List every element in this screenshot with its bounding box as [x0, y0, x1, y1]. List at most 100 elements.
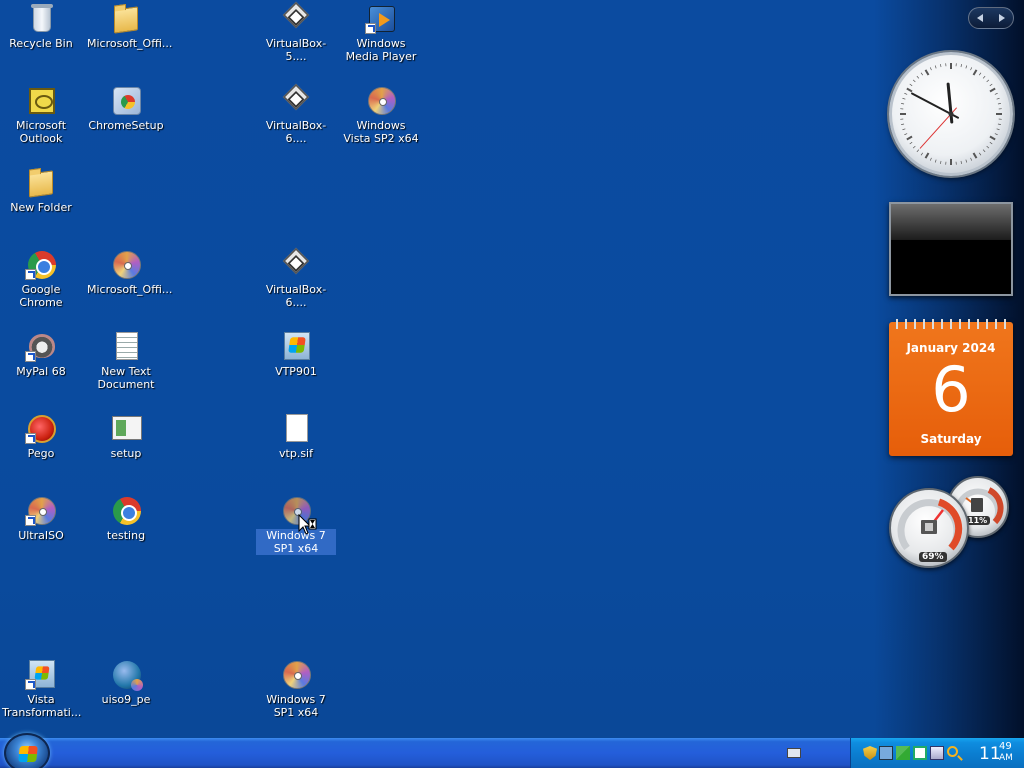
clock-minute-tick	[940, 160, 942, 164]
keyboard-language-icon[interactable]	[787, 748, 801, 758]
shortcut-arrow-icon	[25, 679, 36, 690]
pego-icon	[25, 412, 57, 444]
clock-minute-tick	[960, 64, 962, 68]
cpu-meter-gadget[interactable]: 11% 69%	[887, 474, 1015, 570]
clock-minute-tick	[934, 65, 937, 69]
icon-label: VirtualBox-6....	[265, 283, 327, 309]
desktop-icon-virtualbox-6-b[interactable]: VirtualBox-6....	[256, 247, 336, 309]
calendar-weekday: Saturday	[920, 432, 982, 446]
desktop-icon-windows-7-sp1[interactable]: Windows 7 SP1 x64	[256, 658, 336, 719]
desktop-icon-pego[interactable]: Pego	[1, 412, 81, 460]
cpu-percent-label: 69%	[919, 552, 947, 562]
desktop-icon-testing[interactable]: testing	[86, 494, 166, 542]
calendar-gadget[interactable]: January 2024 6 Saturday	[889, 319, 1013, 456]
icon-label: VirtualBox-6....	[265, 119, 327, 145]
clock-minute-tick	[912, 79, 916, 83]
clock-minute-tick	[997, 103, 1001, 105]
icon-label: MyPal 68	[16, 365, 66, 378]
clock-minute-tick	[902, 128, 906, 131]
taskbar-clock-ampm[interactable]: AM	[999, 753, 1013, 763]
calendar-binding-rings	[892, 319, 1010, 329]
desktop-icon-vtp-sif[interactable]: vtp.sif	[256, 412, 336, 460]
security-shield-icon[interactable]	[863, 746, 877, 760]
slideshow-gadget[interactable]	[889, 202, 1013, 296]
ultraiso-icon	[25, 494, 57, 526]
desktop[interactable]: Recycle Bin Microsoft Outlook New Folder…	[0, 0, 1024, 738]
clock-minute-tick	[929, 157, 932, 161]
desktop-icon-new-text-document[interactable]: New Text Document	[86, 330, 166, 391]
shortcut-arrow-icon	[25, 515, 36, 526]
desktop-icon-ultraiso[interactable]: UltraISO	[1, 494, 81, 542]
text-document-icon	[110, 330, 142, 362]
monitor-icon[interactable]	[913, 746, 927, 760]
shortcut-arrow-icon	[25, 351, 36, 362]
clock-minute-tick	[986, 79, 990, 83]
clock-minute-tick	[965, 159, 968, 163]
clock-minute-tick	[901, 123, 905, 125]
desktop-icon-recycle-bin[interactable]: Recycle Bin	[1, 2, 81, 50]
clock-minute-tick	[965, 65, 968, 69]
clock-minute-tick	[902, 97, 906, 100]
clock-minute-tick	[994, 133, 998, 136]
desktop-icon-vista-transformation[interactable]: Vista Transformati...	[1, 658, 81, 719]
security-center-icon[interactable]	[896, 746, 910, 760]
vista-transformation-icon	[25, 658, 57, 690]
desktop-icon-windows-vista-sp2[interactable]: Windows Vista SP2 x64	[341, 84, 421, 145]
icon-label: New Folder	[10, 201, 72, 214]
desktop-icon-google-chrome[interactable]: Google Chrome	[1, 248, 81, 309]
desktop-icon-windows-7-sp1-selected[interactable]: Windows 7 SP1 x64	[256, 494, 336, 555]
clock-minute-tick	[904, 92, 908, 95]
virtualbox-icon	[280, 83, 312, 116]
chrome-setup-icon	[110, 84, 142, 116]
icon-label: Microsoft_Offi...	[87, 283, 173, 296]
clock-gadget[interactable]	[889, 52, 1013, 176]
shortcut-arrow-icon	[25, 269, 36, 280]
desktop-icon-windows-media-player[interactable]: Windows Media Player	[341, 2, 421, 63]
clock-hour-tick	[924, 69, 930, 76]
shortcut-arrow-icon	[25, 433, 36, 444]
desktop-icon-new-folder[interactable]: New Folder	[1, 166, 81, 214]
icon-label: Vista Transformati...	[2, 693, 82, 719]
clock-minute-tick	[929, 67, 932, 71]
desktop-icon-vtp901[interactable]: VTP901	[256, 330, 336, 378]
desktop-icon-setup[interactable]: setup	[86, 412, 166, 460]
icon-label: Windows Media Player	[345, 37, 417, 63]
clock-hour-tick	[972, 69, 978, 76]
previous-arrow-icon[interactable]	[977, 14, 983, 22]
icon-label: Pego	[27, 447, 55, 460]
clock-hour-tick	[972, 152, 978, 159]
icon-label: Google Chrome	[19, 283, 63, 309]
taskbar-clock-hour[interactable]: 11	[979, 744, 1001, 764]
desktop-icon-microsoft-office-folder[interactable]: Microsoft_Offi...	[86, 2, 172, 50]
desktop-icon-microsoft-outlook[interactable]: Microsoft Outlook	[1, 84, 81, 145]
desktop-icon-uiso9-pe[interactable]: uiso9_pe	[86, 658, 166, 706]
clock-minute-tick	[909, 141, 913, 145]
desktop-icon-mypal[interactable]: MyPal 68	[1, 330, 81, 378]
desktop-icon-virtualbox-5[interactable]: VirtualBox-5....	[256, 1, 336, 63]
icon-label: Windows 7 SP1 x64	[256, 529, 336, 555]
clock-minute-tick	[982, 75, 986, 79]
clock-hour-tick	[924, 152, 930, 159]
clock-minute-tick	[916, 149, 920, 153]
taskbar-clock-minute[interactable]: 49	[999, 741, 1012, 752]
desktop-icon-virtualbox-6-a[interactable]: VirtualBox-6....	[256, 83, 336, 145]
clock-minute-tick	[909, 83, 913, 87]
clock-minute-tick	[986, 145, 990, 149]
disc-image-icon	[280, 658, 312, 690]
windows-media-player-icon	[365, 2, 397, 34]
network-icon[interactable]	[879, 746, 893, 760]
icon-label: ChromeSetup	[88, 119, 164, 132]
search-icon[interactable]	[947, 746, 958, 757]
clock-minute-tick	[970, 67, 973, 71]
start-button[interactable]	[4, 733, 50, 768]
desktop-icon-microsoft-office-iso[interactable]: Microsoft_Offi...	[86, 248, 173, 296]
gadget-navigator[interactable]	[968, 7, 1014, 29]
next-arrow-icon[interactable]	[999, 14, 1005, 22]
display-icon[interactable]	[930, 746, 944, 760]
setup-icon	[110, 412, 142, 444]
icon-label: vtp.sif	[279, 447, 313, 460]
desktop-icon-chromesetup[interactable]: ChromeSetup	[86, 84, 166, 132]
clock-minute-tick	[940, 64, 942, 68]
icon-label: testing	[106, 529, 146, 542]
clock-minute-tick	[996, 128, 1000, 131]
